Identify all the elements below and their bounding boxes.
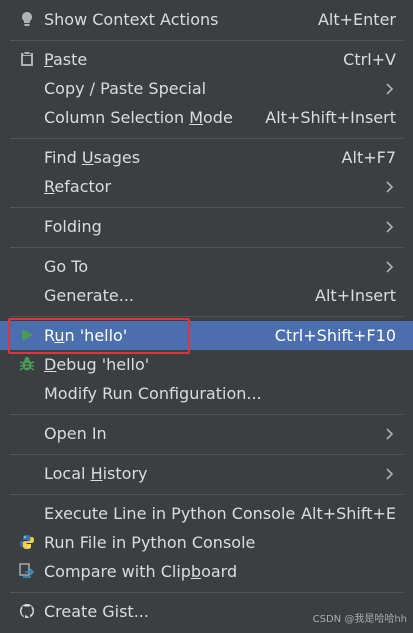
menu-item-refactor[interactable]: Refactor (0, 172, 413, 201)
menu-item-compare-with-clipboard[interactable]: Compare with Clipboard (0, 557, 413, 586)
compare-icon (18, 562, 36, 580)
menu-item-find-usages[interactable]: Find Usages Alt+F7 (0, 143, 413, 172)
menu-item-label: Generate... (44, 286, 134, 305)
menu-item-debug-hello[interactable]: Debug 'hello' (0, 350, 413, 379)
menu-item-run-file-python-console[interactable]: Run File in Python Console (0, 528, 413, 557)
debug-icon (18, 355, 36, 373)
menu-item-shortcut: Alt+F7 (341, 148, 396, 167)
menu-item-column-selection-mode[interactable]: Column Selection Mode Alt+Shift+Insert (0, 103, 413, 132)
clipboard-icon (18, 50, 36, 68)
menu-item-generate[interactable]: Generate... Alt+Insert (0, 281, 413, 310)
menu-separator (10, 138, 403, 139)
menu-item-execute-line-python-console[interactable]: Execute Line in Python Console Alt+Shift… (0, 499, 413, 528)
menu-item-folding[interactable]: Folding (0, 212, 413, 241)
menu-item-label: Copy / Paste Special (44, 79, 207, 98)
menu-item-run-hello[interactable]: Run 'hello' Ctrl+Shift+F10 (0, 321, 413, 350)
menu-separator (10, 316, 403, 317)
menu-separator (10, 414, 403, 415)
menu-item-shortcut: Alt+Shift+E (301, 504, 396, 523)
menu-item-label: Folding (44, 217, 102, 236)
github-icon (18, 602, 36, 620)
menu-item-go-to[interactable]: Go To (0, 252, 413, 281)
chevron-right-icon (386, 468, 394, 480)
menu-item-label: Create Gist... (44, 602, 149, 621)
menu-item-label: Modify Run Configuration... (44, 384, 262, 403)
chevron-right-icon (386, 181, 394, 193)
watermark: CSDN @我是哈哈hh (312, 614, 407, 625)
menu-separator (10, 592, 403, 593)
chevron-right-icon (386, 83, 394, 95)
run-icon (18, 326, 36, 344)
menu-item-modify-run-configuration[interactable]: Modify Run Configuration... (0, 379, 413, 408)
menu-item-copy-paste-special[interactable]: Copy / Paste Special (0, 74, 413, 103)
menu-separator (10, 247, 403, 248)
menu-item-label: Run File in Python Console (44, 533, 256, 552)
menu-separator (10, 40, 403, 41)
menu-item-open-in[interactable]: Open In (0, 419, 413, 448)
chevron-right-icon (386, 221, 394, 233)
menu-item-label: Open In (44, 424, 107, 443)
menu-item-label: Go To (44, 257, 89, 276)
lightbulb-icon (18, 10, 36, 28)
menu-item-label: Show Context Actions (44, 10, 219, 29)
menu-item-shortcut: Alt+Shift+Insert (265, 108, 396, 127)
chevron-right-icon (386, 261, 394, 273)
chevron-right-icon (386, 428, 394, 440)
menu-separator (10, 454, 403, 455)
menu-item-local-history[interactable]: Local History (0, 459, 413, 488)
menu-item-paste[interactable]: Paste Ctrl+V (0, 45, 413, 74)
menu-item-shortcut: Alt+Insert (315, 286, 396, 305)
menu-item-shortcut: Ctrl+Shift+F10 (274, 326, 396, 345)
menu-separator (10, 207, 403, 208)
menu-item-shortcut: Alt+Enter (317, 10, 396, 29)
python-icon (18, 533, 36, 551)
context-menu: Show Context Actions Alt+Enter Paste Ctr… (0, 0, 413, 633)
menu-item-show-context-actions[interactable]: Show Context Actions Alt+Enter (0, 5, 413, 34)
menu-item-shortcut: Ctrl+V (343, 50, 396, 69)
menu-separator (10, 494, 403, 495)
menu-item-label: Execute Line in Python Console (44, 504, 296, 523)
